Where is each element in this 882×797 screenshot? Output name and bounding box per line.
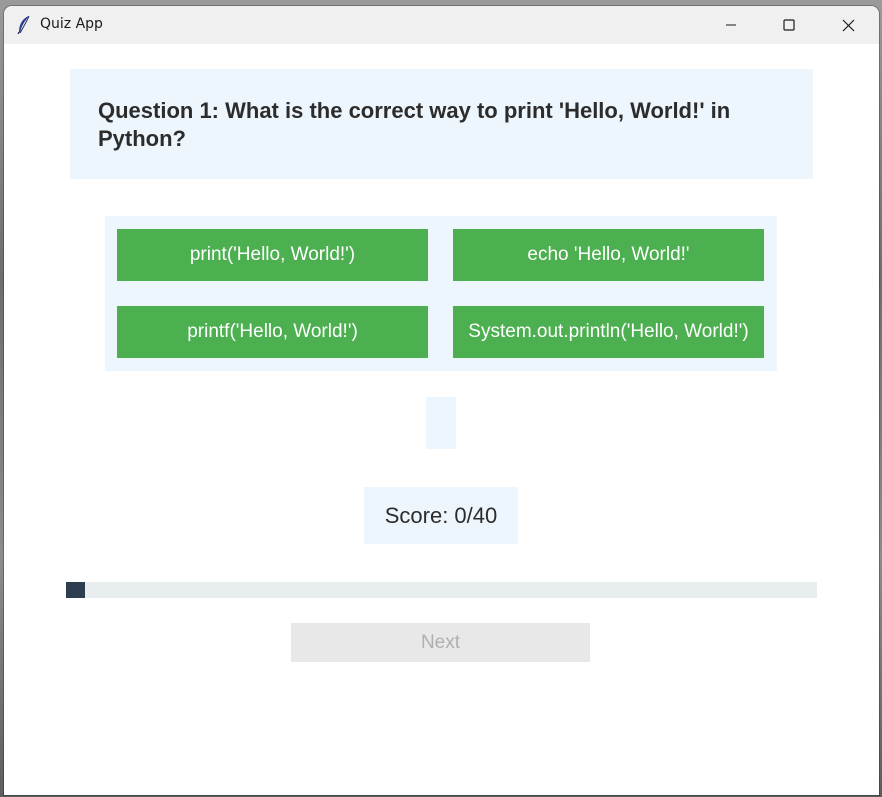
- app-window: Quiz App Question 1: What is the correct…: [4, 6, 879, 795]
- maximize-icon: [783, 19, 795, 31]
- title-bar[interactable]: Quiz App: [4, 6, 879, 44]
- next-button[interactable]: Next: [291, 623, 590, 662]
- options-panel: print('Hello, World!') echo 'Hello, Worl…: [105, 216, 777, 371]
- close-button[interactable]: [819, 6, 877, 44]
- maximize-button[interactable]: [760, 6, 818, 44]
- feather-icon: [16, 15, 32, 35]
- quiz-content: Question 1: What is the correct way to p…: [4, 44, 879, 795]
- feedback-label: [426, 397, 456, 449]
- window-title: Quiz App: [40, 16, 103, 32]
- option-button-4[interactable]: System.out.println('Hello, World!'): [453, 306, 764, 358]
- score-label: Score: 0/40: [364, 487, 518, 544]
- minimize-button[interactable]: [702, 6, 760, 44]
- minimize-icon: [725, 19, 737, 31]
- option-button-2[interactable]: echo 'Hello, World!': [453, 229, 764, 281]
- option-button-3[interactable]: printf('Hello, World!'): [117, 306, 428, 358]
- progress-fill: [66, 582, 85, 598]
- progress-bar: [66, 582, 817, 598]
- question-panel: Question 1: What is the correct way to p…: [70, 69, 813, 179]
- question-text: Question 1: What is the correct way to p…: [98, 98, 731, 151]
- close-icon: [842, 19, 855, 32]
- option-button-1[interactable]: print('Hello, World!'): [117, 229, 428, 281]
